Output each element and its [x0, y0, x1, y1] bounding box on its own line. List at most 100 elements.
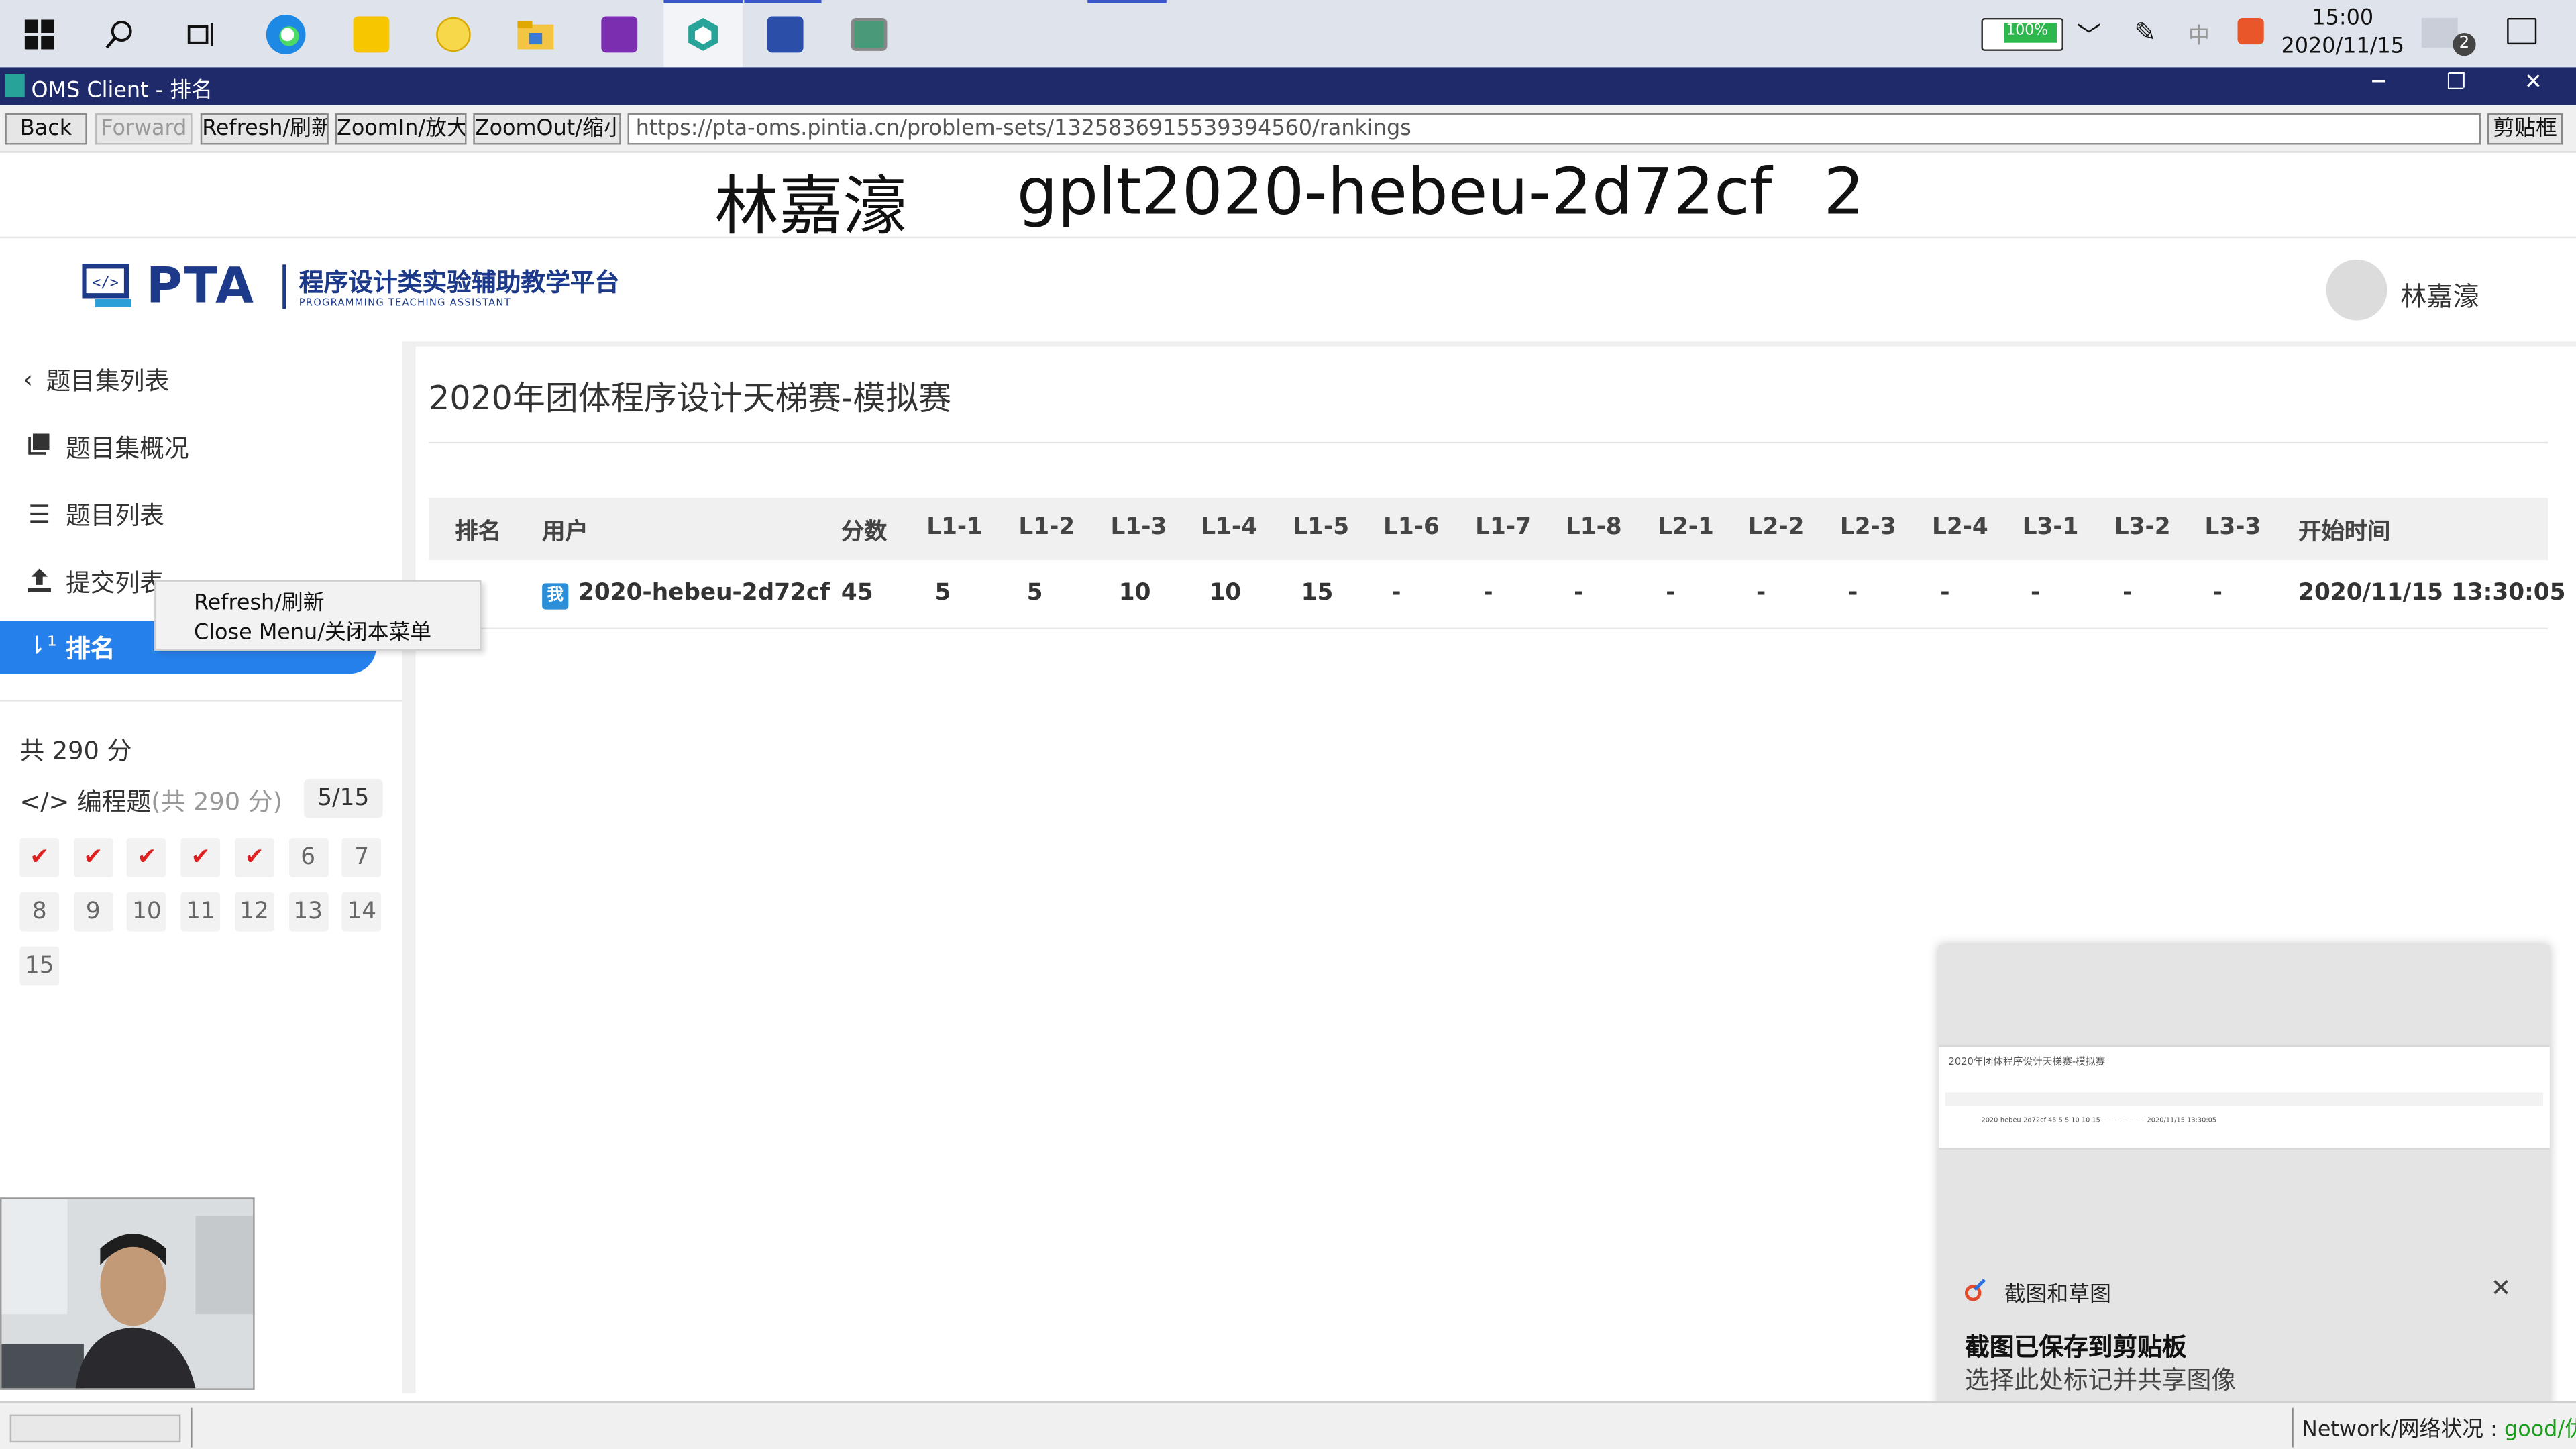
- section-progress-badge: 5/15: [304, 778, 383, 818]
- row-user: 2020-hebeu-2d72cf: [578, 580, 830, 606]
- clock-time: 15:00: [2312, 6, 2374, 32]
- question-box[interactable]: ✔: [127, 837, 167, 877]
- column-header[interactable]: L2-4: [1932, 515, 1988, 541]
- webcam-image: [1, 1199, 254, 1389]
- thumbnail-row: 2020-hebeu-2d72cf 45 5 5 10 10 15 - - - …: [1981, 1115, 2217, 1124]
- clipboard-button[interactable]: 剪贴框: [2487, 113, 2563, 145]
- app-window-icon[interactable]: [843, 8, 895, 60]
- thumbnail-title: 2020年团体程序设计天梯赛-模拟赛: [1948, 1056, 2106, 1068]
- running-app-indicator: [1087, 0, 1167, 3]
- question-box[interactable]: 9: [73, 892, 113, 932]
- column-header[interactable]: L3-3: [2205, 515, 2261, 541]
- webcam-preview: [0, 1197, 255, 1390]
- ime-indicator[interactable]: 中: [2188, 18, 2210, 50]
- edge-browser-icon[interactable]: [260, 8, 312, 60]
- question-box[interactable]: ✔: [234, 837, 274, 877]
- close-button[interactable]: ✕: [2509, 70, 2558, 95]
- column-header[interactable]: L2-1: [1658, 515, 1714, 541]
- screenshot-thumbnail[interactable]: 2020年团体程序设计天梯赛-模拟赛 2020-hebeu-2d72cf 45 …: [1938, 1044, 2550, 1150]
- restore-button[interactable]: ❐: [2431, 70, 2480, 95]
- question-box[interactable]: 11: [180, 892, 221, 932]
- question-box[interactable]: 7: [341, 837, 382, 877]
- row-problem-score: -: [2123, 580, 2133, 606]
- action-center-icon[interactable]: [2507, 17, 2537, 45]
- table-row[interactable]: 我 2020-hebeu-2d72cf 45 2020/11/15 13:30:…: [429, 562, 2566, 629]
- candidate-name: 林嘉濠: [714, 170, 907, 245]
- column-header[interactable]: L3-1: [2023, 515, 2079, 541]
- column-header[interactable]: L3-2: [2114, 515, 2171, 541]
- column-header[interactable]: L2-3: [1840, 515, 1896, 541]
- column-header[interactable]: 分数: [841, 515, 888, 547]
- zoom-in-button[interactable]: ZoomIn/放大: [335, 113, 467, 145]
- pta-logo-icon[interactable]: </>: [82, 263, 134, 309]
- programming-section-label: </> 编程题(共 290 分): [19, 787, 282, 817]
- question-box[interactable]: 15: [19, 946, 60, 986]
- row-problem-score: -: [1756, 580, 1766, 606]
- snip-sketch-icon: [1964, 1279, 1986, 1301]
- column-header[interactable]: 开始时间: [2298, 515, 2390, 547]
- column-header[interactable]: L1-5: [1293, 515, 1349, 541]
- question-box[interactable]: ✔: [73, 837, 113, 877]
- question-box[interactable]: ✔: [19, 837, 60, 877]
- sidebar-item-overview[interactable]: 题目集概况: [0, 422, 378, 471]
- question-box[interactable]: 14: [341, 892, 382, 932]
- url-input[interactable]: https://pta-oms.pintia.cn/problem-sets/1…: [627, 113, 2481, 145]
- column-header[interactable]: L1-2: [1018, 515, 1075, 541]
- column-header[interactable]: L1-3: [1111, 515, 1167, 541]
- clock[interactable]: 15:00 2020/11/15: [2267, 5, 2418, 60]
- question-box[interactable]: 6: [288, 837, 328, 877]
- windows-start-icon[interactable]: [13, 8, 66, 60]
- pen-icon[interactable]: ✎: [2134, 16, 2156, 48]
- user-name[interactable]: 林嘉濠: [2400, 274, 2479, 314]
- question-box[interactable]: 12: [234, 892, 274, 932]
- forward-button[interactable]: Forward: [95, 113, 193, 145]
- snip-notification[interactable]: 2020年团体程序设计天梯赛-模拟赛 2020-hebeu-2d72cf 45 …: [1938, 945, 2550, 1428]
- search-icon[interactable]: [94, 8, 146, 60]
- status-bar: Network/网络状况 : good/优: [0, 1401, 2576, 1449]
- column-header[interactable]: L1-6: [1383, 515, 1440, 541]
- window-title: OMS Client - 排名: [31, 78, 213, 104]
- notification-close-icon[interactable]: ✕: [2491, 1273, 2512, 1303]
- context-menu-refresh[interactable]: Refresh/刷新: [194, 585, 325, 616]
- row-score: 45: [841, 580, 873, 606]
- list-icon: ☰: [28, 499, 51, 529]
- column-header[interactable]: L1-4: [1201, 515, 1257, 541]
- column-header[interactable]: L1-8: [1566, 515, 1622, 541]
- battery-icon[interactable]: 100%: [1981, 17, 2063, 51]
- input-method-icon[interactable]: [2237, 17, 2264, 45]
- onenote-icon[interactable]: [593, 8, 645, 60]
- oms-client-taskbar-icon[interactable]: [663, 0, 743, 68]
- file-explorer-icon[interactable]: [509, 8, 561, 60]
- site-header: </> PTA 程序设计类实验辅助教学平台 PROGRAMMING TEACHI…: [0, 236, 2576, 342]
- column-header[interactable]: L1-7: [1475, 515, 1532, 541]
- sidebar-item-problems[interactable]: ☰ 题目列表: [0, 490, 378, 539]
- minimize-button[interactable]: ─: [2354, 70, 2403, 95]
- question-box[interactable]: 8: [19, 892, 60, 932]
- sort-icon: ⇂¹: [26, 631, 57, 661]
- column-header[interactable]: 用户: [542, 515, 588, 547]
- column-header[interactable]: L1-1: [926, 515, 983, 541]
- upload-icon: [25, 567, 54, 596]
- back-button[interactable]: Back: [5, 113, 87, 145]
- question-box[interactable]: 10: [127, 892, 167, 932]
- avatar[interactable]: [2326, 259, 2387, 321]
- column-header[interactable]: 排名: [455, 515, 501, 547]
- question-box[interactable]: 13: [288, 892, 328, 932]
- sidebar-back-link[interactable]: ‹ 题目集列表: [0, 355, 378, 404]
- status-separator: [191, 1407, 193, 1448]
- context-menu-close[interactable]: Close Menu/关闭本菜单: [194, 614, 431, 646]
- row-problem-score: -: [2212, 580, 2223, 606]
- question-box[interactable]: ✔: [180, 837, 221, 877]
- smiley-app-icon[interactable]: [427, 8, 480, 60]
- player-app-icon[interactable]: [345, 8, 397, 60]
- notification-count-badge: 2: [2453, 32, 2476, 56]
- column-header[interactable]: L2-2: [1748, 515, 1805, 541]
- dev-app-icon[interactable]: [759, 8, 811, 60]
- window-titlebar: OMS Client - 排名 ─ ❐ ✕: [0, 67, 2576, 105]
- task-view-icon[interactable]: [174, 8, 227, 60]
- book-icon: [25, 432, 54, 462]
- zoom-out-button[interactable]: ZoomOut/缩小: [473, 113, 621, 145]
- chevron-down-icon[interactable]: ﹀: [2077, 18, 2102, 52]
- logo-divider: [282, 264, 286, 309]
- refresh-button[interactable]: Refresh/刷新: [200, 113, 329, 145]
